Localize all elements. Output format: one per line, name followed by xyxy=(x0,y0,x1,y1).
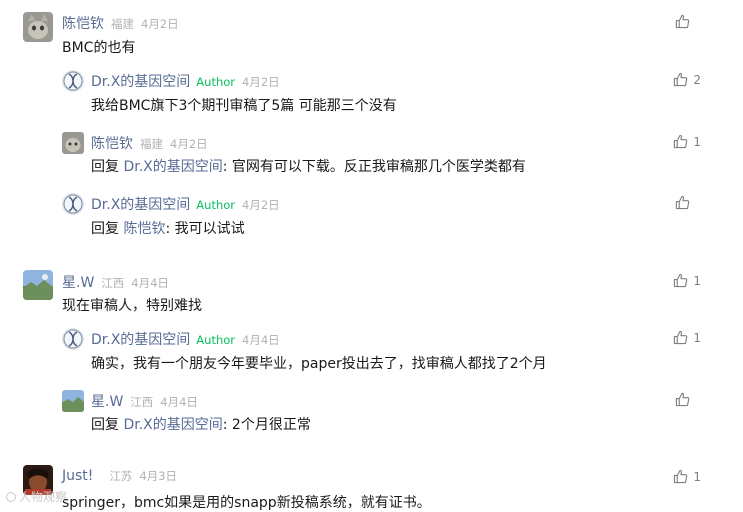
thumbs-up-icon xyxy=(674,330,688,345)
watermark-text: 人物观察 xyxy=(19,490,68,504)
thumbs-up-icon xyxy=(674,469,688,484)
like-count: 1 xyxy=(693,469,701,484)
comment-date: 4月4日 xyxy=(160,395,198,409)
commenter-location: 江西 xyxy=(130,395,154,409)
like-count: 1 xyxy=(693,330,701,345)
avatar[interactable] xyxy=(62,193,84,215)
commenter-location: 福建 xyxy=(140,137,163,151)
reply-body: : 2个月很正常 xyxy=(222,417,311,433)
comment-date: 4月2日 xyxy=(242,198,280,212)
author-badge: Author xyxy=(196,198,236,212)
comment-meta: 陈恺钦 福建 4月2日 xyxy=(62,13,179,33)
reply-prefix: 回复 xyxy=(91,221,124,237)
reply-text: 回复 陈恺钦: 我可以试试 xyxy=(91,218,245,238)
avatar[interactable] xyxy=(62,328,84,350)
reply-target-name[interactable]: 陈恺钦 xyxy=(123,221,165,237)
commenter-name[interactable]: Just! xyxy=(62,468,93,484)
like-button[interactable]: 1 xyxy=(673,134,701,149)
like-count: 2 xyxy=(693,72,701,87)
commenter-location: 江苏 xyxy=(109,469,133,483)
commenter-name[interactable]: Dr.X的基因空间 xyxy=(91,194,190,214)
like-count: 1 xyxy=(693,273,701,288)
comment-text: BMC的也有 xyxy=(62,40,136,56)
like-count: 1 xyxy=(693,134,701,149)
reply-meta: Dr.X的基因空间 Author 4月4日 xyxy=(91,329,280,349)
like-button[interactable]: 1 xyxy=(673,330,701,345)
avatar[interactable] xyxy=(62,70,84,92)
thumbs-up-icon xyxy=(675,392,690,407)
comment-text: 现在审稿人，特别难找 xyxy=(62,298,202,314)
commenter-location: 江西 xyxy=(101,276,125,290)
comment-meta: 星.W 江西 4月4日 xyxy=(62,272,169,292)
like-button[interactable] xyxy=(675,392,701,407)
like-button[interactable] xyxy=(675,195,701,210)
thumbs-up-icon xyxy=(674,273,688,288)
reply-body: : 我可以试试 xyxy=(165,221,245,237)
reply-meta: 陈恺钦 福建 4月2日 xyxy=(91,133,208,153)
reply-prefix: 回复 xyxy=(91,159,124,175)
reply-meta: Dr.X的基因空间 Author 4月2日 xyxy=(91,71,280,91)
comment-date: 4月4日 xyxy=(131,276,169,290)
reply-meta: Dr.X的基因空间 Author 4月2日 xyxy=(91,194,280,214)
commenter-name[interactable]: 陈恺钦 xyxy=(62,13,104,33)
thumbs-up-icon xyxy=(675,14,690,29)
commenter-location: 福建 xyxy=(111,17,134,31)
avatar[interactable] xyxy=(62,390,84,412)
comment-date: 4月2日 xyxy=(170,137,208,151)
commenter-name[interactable]: 星.W xyxy=(62,272,94,292)
commenter-name[interactable]: Dr.X的基因空间 xyxy=(91,71,190,91)
like-button[interactable]: 1 xyxy=(673,469,701,484)
comment-date: 4月2日 xyxy=(141,17,179,31)
commenter-name[interactable]: Dr.X的基因空间 xyxy=(91,329,190,349)
author-badge: Author xyxy=(196,75,236,89)
watermark-logo-icon xyxy=(6,491,16,502)
reply-body: : 官网有可以下载。反正我审稿那几个医学类都有 xyxy=(222,159,526,175)
comment-date: 4月3日 xyxy=(139,469,178,483)
reply-target-name[interactable]: Dr.X的基因空间 xyxy=(123,417,222,433)
comment-text: springer，bmc如果是用的snapp新投稿系统，就有证书。 xyxy=(62,495,431,511)
avatar[interactable] xyxy=(23,270,53,300)
thumbs-up-icon xyxy=(674,72,688,87)
commenter-name[interactable]: 陈恺钦 xyxy=(91,133,133,153)
watermark: 人物观察 xyxy=(6,488,67,505)
author-badge: Author xyxy=(196,333,236,347)
thumbs-up-icon xyxy=(674,134,688,149)
reply-text: 回复 Dr.X的基因空间: 官网有可以下载。反正我审稿那几个医学类都有 xyxy=(91,156,526,176)
avatar[interactable] xyxy=(62,132,84,154)
reply-prefix: 回复 xyxy=(91,417,124,433)
reply-text: 确实，我有一个朋友今年要毕业，paper投出去了，找审稿人都找了2个月 xyxy=(91,356,547,372)
like-button[interactable]: 2 xyxy=(673,72,701,87)
reply-meta: 星.W 江西 4月4日 xyxy=(91,391,198,411)
commenter-name[interactable]: 星.W xyxy=(91,391,123,411)
comment-date: 4月2日 xyxy=(242,75,280,89)
like-button[interactable]: 1 xyxy=(673,273,701,288)
avatar[interactable] xyxy=(23,12,53,42)
comment-date: 4月4日 xyxy=(242,333,280,347)
thumbs-up-icon xyxy=(675,195,690,210)
comment-meta: Just! 江苏 4月3日 xyxy=(62,468,177,484)
reply-target-name[interactable]: Dr.X的基因空间 xyxy=(123,159,222,175)
like-button[interactable] xyxy=(675,14,701,29)
reply-text: 回复 Dr.X的基因空间: 2个月很正常 xyxy=(91,414,311,434)
reply-text: 我给BMC旗下3个期刊审稿了5篇 可能那三个没有 xyxy=(91,98,397,114)
